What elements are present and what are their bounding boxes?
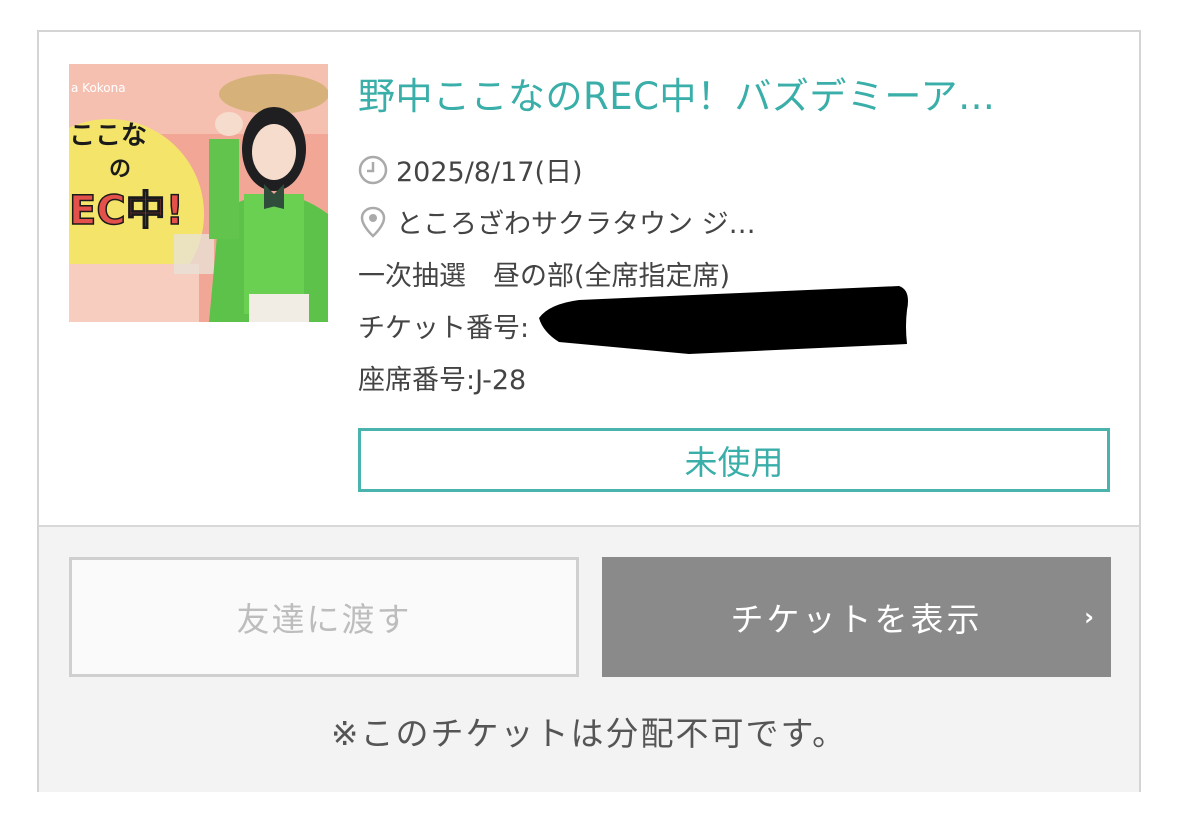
chevron-right-icon: › [1084,603,1097,631]
thumbnail-line1: ここな [69,121,147,151]
give-to-friend-button[interactable]: 友達に渡す [69,557,579,677]
event-date: 2025/8/17(日) [396,157,583,188]
ticket-number-label: チケット番号: [358,313,530,344]
seat-number: 座席番号:J-28 [358,365,527,396]
event-venue-row: ところざわサクラタウン ジ… [358,202,756,245]
redaction-mark [539,282,913,362]
thumbnail-line2: の [109,157,131,182]
clock-icon [358,155,388,192]
show-ticket-button[interactable]: チケットを表示 › [602,557,1111,677]
event-title[interactable]: 野中ここなのREC中！バズデミーア… [358,66,1098,120]
event-date-row: 2025/8/17(日) [358,150,583,192]
distribution-note: ※このチケットは分配不可です。 [330,714,848,753]
ticket-card: a Kokona ここな の EC中! 野中ここなのREC中！バズデミーア… 2… [37,30,1141,792]
event-venue: ところざわサクラタウン ジ… [396,209,756,240]
show-ticket-label: チケットを表示 [730,600,983,639]
event-thumbnail: a Kokona ここな の EC中! [69,64,328,322]
thumbnail-tag-text: a Kokona [71,81,126,95]
ticket-actions-section: 友達に渡す チケットを表示 › ※このチケットは分配不可です。 [39,525,1139,792]
ticket-info-section: a Kokona ここな の EC中! 野中ここなのREC中！バズデミーア… 2… [39,32,1139,525]
location-pin-icon [358,206,388,245]
thumbnail-line3: EC中! [69,188,184,234]
usage-status-badge: 未使用 [358,428,1110,492]
